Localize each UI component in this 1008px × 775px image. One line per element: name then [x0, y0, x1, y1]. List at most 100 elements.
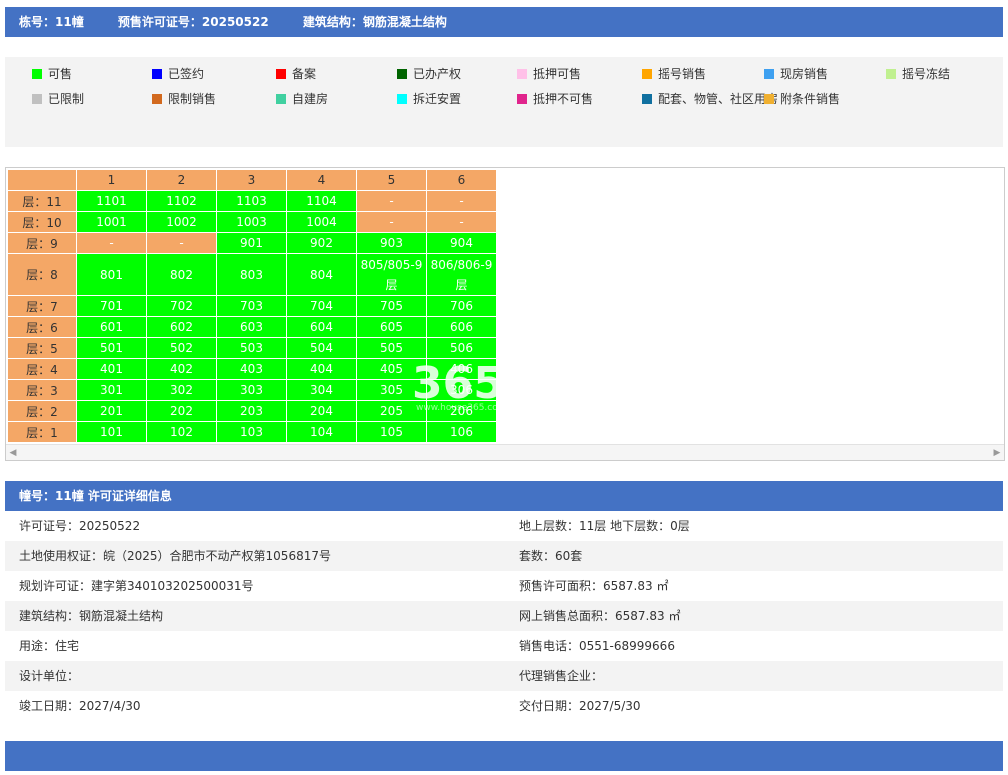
detail-field: 建筑结构：钢筋混凝土结构 [19, 609, 164, 623]
unit-cell[interactable]: 803 [216, 253, 287, 296]
unit-cell[interactable]: 306 [426, 379, 497, 401]
unit-cell[interactable]: 303 [216, 379, 287, 401]
detail-row: 规划许可证：建字第340103202500031号 预售许可面积：6587.83 … [5, 571, 1003, 601]
legend-swatch [642, 69, 652, 79]
unit-cell[interactable]: 101 [76, 421, 147, 443]
unit-cell[interactable]: 1103 [216, 190, 287, 212]
unit-cell[interactable]: 801 [76, 253, 147, 296]
unit-cell[interactable]: 305 [356, 379, 427, 401]
unit-cell[interactable]: 403 [216, 358, 287, 380]
legend-item: 可售 [32, 66, 72, 82]
unit-cell[interactable]: 405 [356, 358, 427, 380]
floor-label: 层：9 [7, 232, 77, 254]
unit-cell[interactable]: 703 [216, 295, 287, 317]
legend-swatch [517, 94, 527, 104]
unit-cell[interactable]: 1001 [76, 211, 147, 233]
unit-cell[interactable]: 106 [426, 421, 497, 443]
floor-label: 层：10 [7, 211, 77, 233]
unit-cell[interactable]: 604 [286, 316, 357, 338]
building-structure: 建筑结构：钢筋混凝土结构 [302, 15, 447, 29]
legend-item: 附条件销售 [764, 91, 840, 107]
unit-cell[interactable]: 805/805-9层 [356, 253, 427, 296]
unit-cell[interactable]: 103 [216, 421, 287, 443]
detail-row: 竣工日期：2027/4/30 交付日期：2027/5/30 [5, 691, 1003, 721]
unit-cell[interactable]: 304 [286, 379, 357, 401]
unit-cell[interactable]: 404 [286, 358, 357, 380]
unit-cell[interactable]: 702 [146, 295, 217, 317]
unit-cell[interactable]: 1104 [286, 190, 357, 212]
floor-row: 层：2 201 202 203 204 205 206 [7, 400, 497, 422]
unit-cell[interactable]: 206 [426, 400, 497, 422]
column-header: 5 [356, 169, 427, 191]
unit-cell[interactable]: 602 [146, 316, 217, 338]
unit-cell[interactable]: 1102 [146, 190, 217, 212]
unit-cell[interactable]: 902 [286, 232, 357, 254]
unit-cell[interactable]: 1004 [286, 211, 357, 233]
detail-field: 设计单位： [19, 669, 80, 683]
detail-row: 建筑结构：钢筋混凝土结构 网上销售总面积：6587.83 ㎡ [5, 601, 1003, 631]
scroll-right-arrow-icon[interactable]: ▶ [990, 445, 1004, 461]
unit-cell[interactable]: 503 [216, 337, 287, 359]
unit-cell[interactable]: 802 [146, 253, 217, 296]
legend-swatch [642, 94, 652, 104]
unit-cell[interactable]: 104 [286, 421, 357, 443]
unit-cell[interactable]: 205 [356, 400, 427, 422]
unit-cell[interactable]: 504 [286, 337, 357, 359]
floor-row: 层：1 101 102 103 104 105 106 [7, 421, 497, 443]
unit-cell[interactable]: 603 [216, 316, 287, 338]
unit-cell[interactable]: 701 [76, 295, 147, 317]
unit-cell[interactable]: 302 [146, 379, 217, 401]
detail-field: 套数：60套 [519, 549, 583, 563]
legend-swatch [397, 69, 407, 79]
unit-cell[interactable]: 706 [426, 295, 497, 317]
unit-cell[interactable]: 605 [356, 316, 427, 338]
unit-cell[interactable]: 202 [146, 400, 217, 422]
unit-cell[interactable]: 501 [76, 337, 147, 359]
legend-swatch [517, 69, 527, 79]
legend-label: 限制销售 [168, 92, 217, 106]
unit-cell[interactable]: 301 [76, 379, 147, 401]
column-header: 6 [426, 169, 497, 191]
scroll-left-arrow-icon[interactable]: ◀ [6, 445, 20, 461]
detail-field: 预售许可面积：6587.83 ㎡ [519, 579, 669, 593]
unit-cell[interactable]: 705 [356, 295, 427, 317]
unit-cell[interactable]: 203 [216, 400, 287, 422]
unit-cell[interactable]: 406 [426, 358, 497, 380]
unit-cell[interactable]: 402 [146, 358, 217, 380]
unit-cell[interactable]: 201 [76, 400, 147, 422]
unit-cell[interactable]: 601 [76, 316, 147, 338]
unit-cell[interactable]: 502 [146, 337, 217, 359]
detail-row: 设计单位： 代理销售企业： [5, 661, 1003, 691]
legend-item: 摇号销售 [642, 66, 706, 82]
floor-label: 层：5 [7, 337, 77, 359]
legend-swatch [276, 69, 286, 79]
floor-row: 层：8 801 802 803 804 805/805-9层 806/806-9层 [7, 253, 497, 296]
unit-cell[interactable]: 606 [426, 316, 497, 338]
unit-cell[interactable]: 505 [356, 337, 427, 359]
unit-cell[interactable]: 903 [356, 232, 427, 254]
floor-label: 层：6 [7, 316, 77, 338]
legend-label: 配套、物管、社区用房 [658, 92, 779, 106]
unit-cell-empty: - [426, 211, 497, 233]
legend-label: 现房销售 [780, 67, 829, 81]
unit-cell[interactable]: 1003 [216, 211, 287, 233]
unit-cell[interactable]: 806/806-9层 [426, 253, 497, 296]
unit-cell[interactable]: 804 [286, 253, 357, 296]
unit-cell[interactable]: 1101 [76, 190, 147, 212]
floor-label: 层：3 [7, 379, 77, 401]
unit-cell[interactable]: 1002 [146, 211, 217, 233]
unit-cell[interactable]: 506 [426, 337, 497, 359]
unit-cell[interactable]: 102 [146, 421, 217, 443]
building-header-bar: 栋号：11幢 预售许可证号：20250522 建筑结构：钢筋混凝土结构 [5, 7, 1003, 37]
unit-cell[interactable]: 901 [216, 232, 287, 254]
floor-label: 层：8 [7, 253, 77, 296]
unit-cell[interactable]: 904 [426, 232, 497, 254]
unit-cell[interactable]: 204 [286, 400, 357, 422]
horizontal-scrollbar[interactable]: ◀ ▶ [6, 444, 1004, 460]
unit-cell[interactable]: 401 [76, 358, 147, 380]
unit-cell[interactable]: 105 [356, 421, 427, 443]
legend-label: 摇号销售 [658, 67, 707, 81]
detail-row: 许可证号：20250522 地上层数：11层 地下层数：0层 [5, 511, 1003, 541]
unit-cell[interactable]: 704 [286, 295, 357, 317]
column-header: 3 [216, 169, 287, 191]
